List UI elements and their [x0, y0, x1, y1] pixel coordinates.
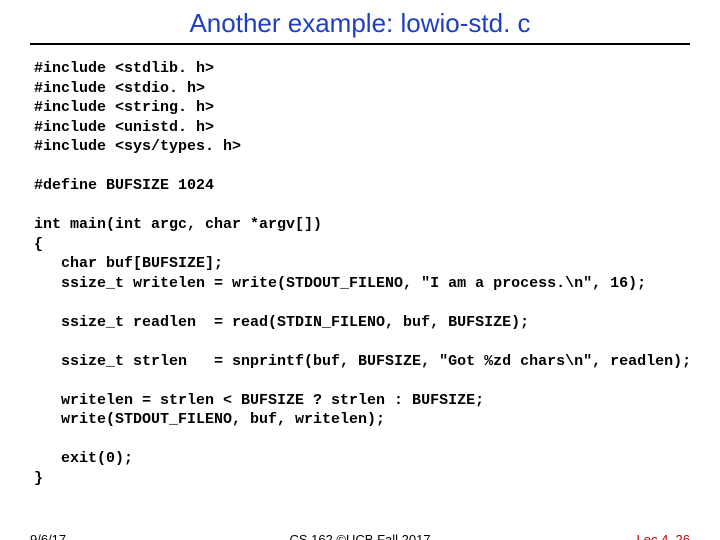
footer-course: CS 162 ©UCB Fall 2017 — [0, 532, 720, 540]
slide-title: Another example: lowio-std. c — [0, 0, 720, 43]
slide: Another example: lowio-std. c #include <… — [0, 0, 720, 540]
footer-lecture: Lec 4. 26 — [637, 532, 691, 540]
code-block: #include <stdlib. h> #include <stdio. h>… — [0, 59, 720, 488]
title-underline — [30, 43, 690, 45]
